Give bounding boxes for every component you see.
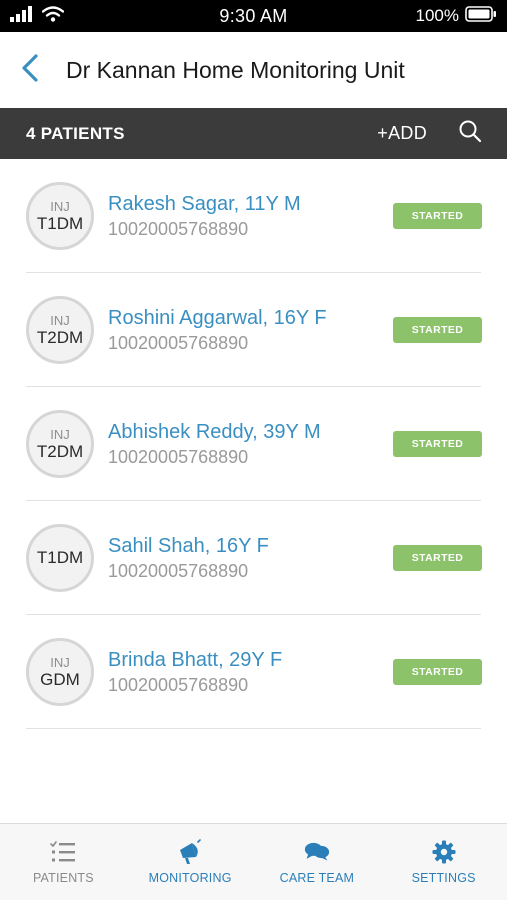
patient-avatar: INJ T2DM [26, 410, 94, 478]
megaphone-icon [177, 839, 203, 865]
wifi-icon [41, 5, 65, 27]
chat-bubbles-icon [304, 839, 330, 865]
patient-avatar: T1DM [26, 524, 94, 592]
gear-icon [431, 839, 457, 865]
status-right: 100% [357, 5, 497, 27]
status-badge: STARTED [393, 659, 482, 685]
tab-monitoring[interactable]: MONITORING [130, 824, 250, 900]
patient-row[interactable]: T1DM Sahil Shah, 16Y F 10020005768890 ST… [0, 501, 507, 615]
battery-percentage: 100% [415, 6, 459, 25]
tab-settings[interactable]: SETTINGS [384, 824, 504, 900]
back-button[interactable] [0, 32, 60, 108]
tab-label: SETTINGS [411, 871, 476, 885]
patient-row[interactable]: INJ T2DM Roshini Aggarwal, 16Y F 1002000… [0, 273, 507, 387]
status-badge: STARTED [393, 545, 482, 571]
avatar-therapy-label: INJ [50, 198, 70, 214]
status-time: 9:30 AM [219, 5, 288, 26]
search-button[interactable] [457, 119, 483, 148]
tab-patients[interactable]: PATIENTS [3, 824, 123, 900]
status-left [10, 5, 150, 27]
avatar-diagnosis-label: T1DM [36, 213, 84, 233]
avatar-diagnosis-label: T2DM [36, 441, 84, 461]
signal-icon [10, 5, 36, 27]
avatar-therapy-label: INJ [50, 312, 70, 328]
patient-row[interactable]: INJ T2DM Abhishek Reddy, 39Y M 100200057… [0, 387, 507, 501]
patient-count: 4 PATIENTS [26, 123, 125, 143]
tab-label: PATIENTS [32, 871, 94, 885]
chevron-left-icon [21, 53, 39, 87]
avatar-diagnosis-label: GDM [40, 669, 80, 689]
status-badge: STARTED [393, 203, 482, 229]
avatar-therapy-label: INJ [50, 426, 70, 442]
checklist-icon [50, 839, 76, 865]
patient-avatar: INJ T2DM [26, 296, 94, 364]
patient-avatar: INJ GDM [26, 638, 94, 706]
patients-toolbar: 4 PATIENTS +ADD [0, 108, 507, 159]
battery-icon [465, 5, 497, 27]
avatar-diagnosis-label: T2DM [36, 327, 84, 347]
search-icon [458, 119, 482, 148]
avatar-diagnosis-label: T1DM [36, 548, 84, 567]
status-bar: 9:30 AM 100% [0, 0, 507, 32]
add-patient-button[interactable]: +ADD [377, 123, 427, 144]
status-badge: STARTED [393, 317, 482, 343]
patient-row[interactable]: INJ T1DM Rakesh Sagar, 11Y M 10020005768… [0, 159, 507, 273]
tab-label: MONITORING [148, 871, 232, 885]
patient-avatar: INJ T1DM [26, 182, 94, 250]
avatar-therapy-label: INJ [50, 654, 70, 670]
page-title: Dr Kannan Home Monitoring Unit [66, 56, 405, 83]
status-badge: STARTED [393, 431, 482, 457]
patient-row[interactable]: INJ GDM Brinda Bhatt, 29Y F 100200057688… [0, 615, 507, 729]
tab-label: CARE TEAM [279, 871, 355, 885]
bottom-tab-bar: PATIENTS MONITORING CARE TEAM SETTINGS [0, 823, 507, 900]
app-header: Dr Kannan Home Monitoring Unit [0, 32, 507, 108]
tab-care-team[interactable]: CARE TEAM [257, 824, 377, 900]
patient-list: INJ T1DM Rakesh Sagar, 11Y M 10020005768… [0, 159, 507, 729]
